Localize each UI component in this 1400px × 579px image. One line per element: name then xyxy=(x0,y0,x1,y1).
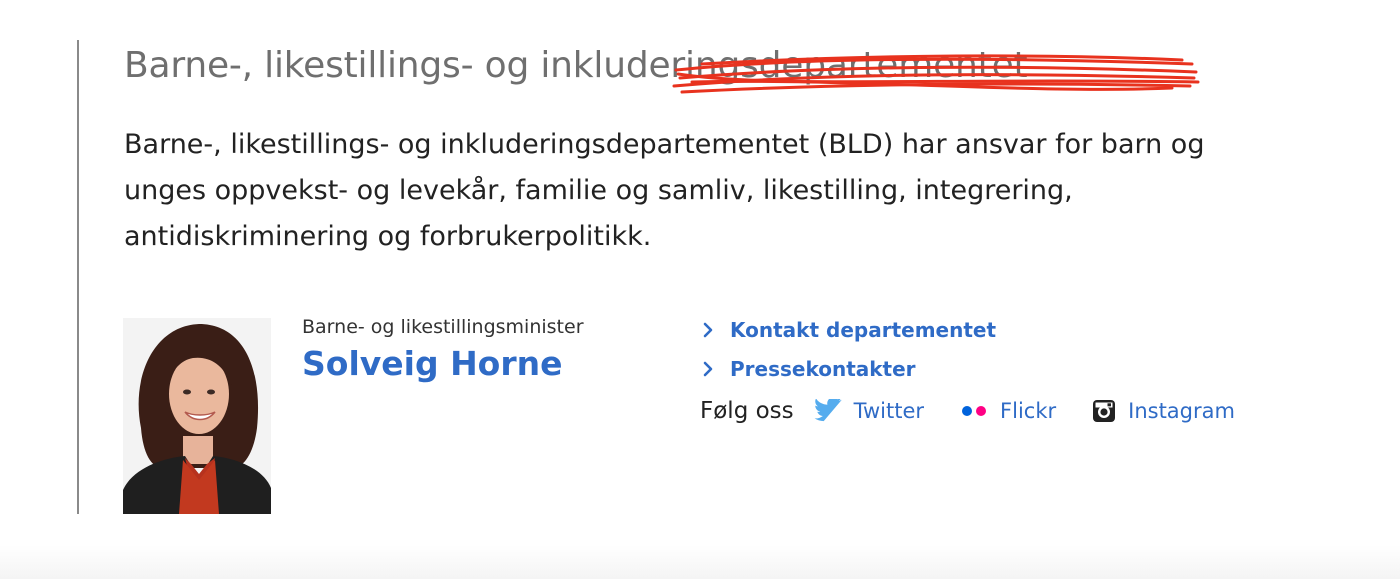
flickr-link[interactable]: Flickr xyxy=(960,399,1056,423)
contact-department-link[interactable]: Kontakt departementet xyxy=(700,314,996,346)
minister-role: Barne- og likestillingsminister xyxy=(302,316,584,338)
twitter-label: Twitter xyxy=(853,399,925,423)
title-block: Barne-, likestillings- og inkluderingsde… xyxy=(124,42,1200,94)
follow-us-label: Følg oss xyxy=(700,398,794,424)
chevron-right-icon xyxy=(703,322,713,338)
flickr-label: Flickr xyxy=(1000,399,1057,423)
contact-links: Kontakt departementet Pressekontakter xyxy=(700,314,996,392)
press-contacts-label: Pressekontakter xyxy=(730,357,916,381)
minister-name-link[interactable]: Solveig Horne xyxy=(302,344,563,383)
follow-us-bar: Følg oss Twitter Flickr Instagram xyxy=(700,398,1271,424)
chevron-right-icon xyxy=(703,361,713,377)
bottom-shadow xyxy=(0,545,1400,579)
instagram-camera-icon xyxy=(1092,399,1116,423)
minister-photo xyxy=(123,318,271,514)
instagram-label: Instagram xyxy=(1128,399,1235,423)
contact-department-label: Kontakt departementet xyxy=(730,318,997,342)
twitter-bird-icon xyxy=(814,399,842,423)
left-border-rule xyxy=(77,40,79,514)
twitter-link[interactable]: Twitter xyxy=(814,399,924,423)
red-strikethrough-scribble xyxy=(672,54,1200,94)
instagram-link[interactable]: Instagram xyxy=(1092,399,1235,423)
press-contacts-link[interactable]: Pressekontakter xyxy=(700,353,996,385)
flickr-dots-icon xyxy=(960,404,988,418)
department-description: Barne-, likestillings- og inkluderingsde… xyxy=(124,129,1205,252)
